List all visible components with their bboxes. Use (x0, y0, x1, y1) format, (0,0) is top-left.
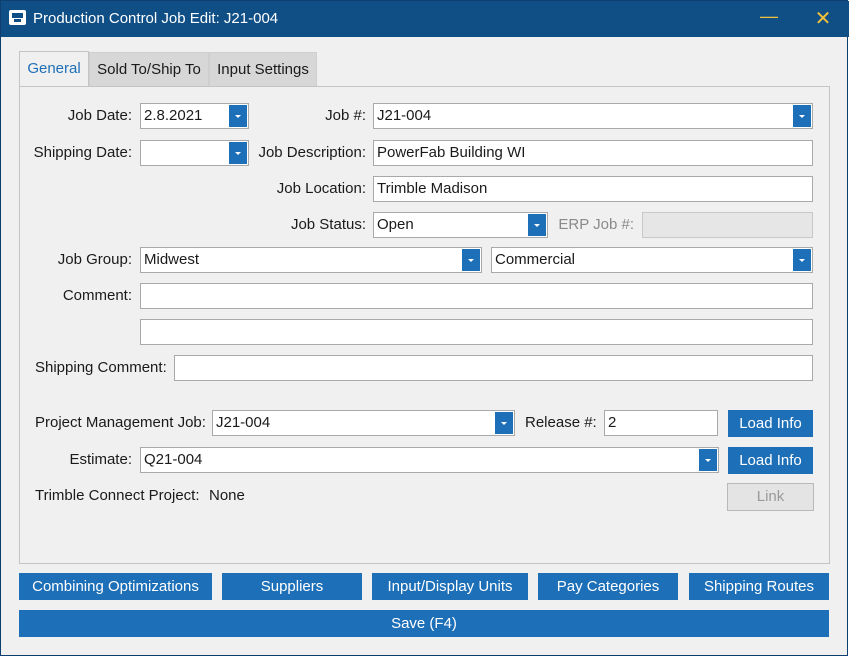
comment-input-line-1[interactable] (140, 283, 813, 309)
shipping-date-label: Shipping Date: (21, 144, 132, 161)
job-status-select[interactable]: Open (373, 212, 548, 238)
job-group-category-value: Commercial (495, 251, 575, 268)
load-info-estimate-button[interactable]: Load Info (728, 447, 813, 474)
window-title: Production Control Job Edit: J21-004 (33, 10, 278, 27)
shipping-comment-input[interactable] (174, 355, 813, 381)
save-button[interactable]: Save (F4) (19, 610, 829, 637)
comment-input-line-2[interactable] (140, 319, 813, 345)
pay-categories-button[interactable]: Pay Categories (538, 573, 678, 600)
job-group-label: Job Group: (41, 251, 132, 268)
trimble-connect-label: Trimble Connect Project: (35, 487, 200, 504)
release-input[interactable]: 2 (604, 410, 718, 436)
job-status-label: Job Status: (251, 216, 366, 233)
input-display-units-button[interactable]: Input/Display Units (372, 573, 528, 600)
job-description-input[interactable]: PowerFab Building WI (373, 140, 813, 166)
project-management-job-dropdown-icon[interactable] (495, 412, 513, 434)
close-button[interactable]: ✕ (807, 1, 839, 37)
job-status-dropdown-icon[interactable] (528, 214, 546, 236)
title-bar[interactable]: Production Control Job Edit: J21-004 — ✕ (1, 1, 849, 37)
link-button[interactable]: Link (727, 483, 814, 511)
job-location-input[interactable]: Trimble Madison (373, 176, 813, 202)
load-info-project-button[interactable]: Load Info (728, 410, 813, 437)
job-date-value: 2.8.2021 (144, 107, 202, 124)
combining-optimizations-button[interactable]: Combining Optimizations (19, 573, 212, 600)
job-location-label: Job Location: (251, 180, 366, 197)
tab-general[interactable]: General (19, 51, 89, 87)
release-label: Release #: (525, 414, 597, 431)
job-description-label: Job Description: (251, 144, 366, 161)
shipping-comment-label: Shipping Comment: (35, 359, 167, 376)
comment-label: Comment: (41, 287, 132, 304)
tab-input-settings[interactable]: Input Settings (209, 52, 317, 86)
project-management-job-value: J21-004 (216, 414, 270, 431)
job-number-select[interactable]: J21-004 (373, 103, 813, 129)
project-management-job-label: Project Management Job: (35, 414, 206, 431)
shipping-routes-button[interactable]: Shipping Routes (689, 573, 829, 600)
job-number-value: J21-004 (377, 107, 431, 124)
shipping-date-picker[interactable] (140, 140, 249, 166)
job-group-dropdown-icon[interactable] (462, 249, 480, 271)
estimate-dropdown-icon[interactable] (699, 449, 717, 471)
job-date-label: Job Date: (41, 107, 132, 124)
suppliers-button[interactable]: Suppliers (222, 573, 362, 600)
job-number-dropdown-icon[interactable] (793, 105, 811, 127)
shipping-date-dropdown-icon[interactable] (229, 142, 247, 164)
minimize-button[interactable]: — (753, 1, 785, 37)
job-group-category-dropdown-icon[interactable] (793, 249, 811, 271)
app-icon (9, 10, 26, 25)
estimate-value: Q21-004 (144, 451, 202, 468)
job-group-value: Midwest (144, 251, 199, 268)
job-status-value: Open (377, 216, 414, 233)
project-management-job-select[interactable]: J21-004 (212, 410, 515, 436)
job-edit-window: Production Control Job Edit: J21-004 — ✕… (0, 0, 848, 656)
estimate-label: Estimate: (41, 451, 132, 468)
job-group-select[interactable]: Midwest (140, 247, 482, 273)
job-number-label: Job #: (281, 107, 366, 124)
estimate-select[interactable]: Q21-004 (140, 447, 719, 473)
job-date-picker[interactable]: 2.8.2021 (140, 103, 249, 129)
job-group-category-select[interactable]: Commercial (491, 247, 813, 273)
tab-sold-to-ship-to[interactable]: Sold To/Ship To (89, 52, 209, 86)
job-date-dropdown-icon[interactable] (229, 105, 247, 127)
erp-job-label: ERP Job #: (553, 216, 634, 233)
trimble-connect-value: None (209, 487, 245, 504)
erp-job-input (642, 212, 813, 238)
